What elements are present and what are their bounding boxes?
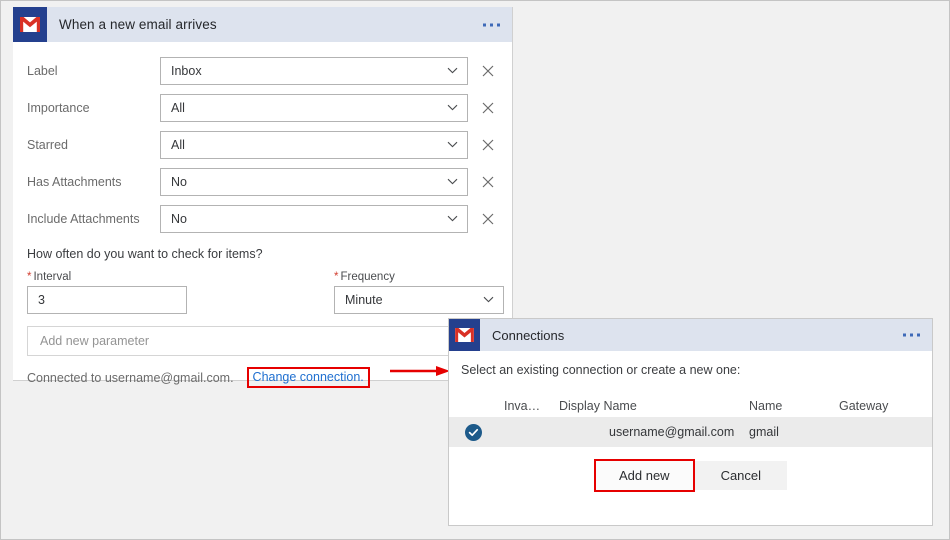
field-label: Starred: [27, 137, 68, 152]
chevron-down-icon: [483, 294, 494, 305]
frequency-dropdown-value: Minute: [345, 293, 383, 307]
dialog-button-strip: Add new Cancel: [449, 459, 932, 492]
column-header-display-name: Display Name: [559, 399, 637, 413]
column-header-gateway: Gateway: [839, 399, 889, 413]
starred-dropdown[interactable]: All: [160, 130, 468, 159]
field-row-has-attachments: Has Attachments No: [13, 163, 512, 200]
cancel-button[interactable]: Cancel: [695, 461, 787, 490]
starred-dropdown-value: All: [171, 137, 185, 152]
add-new-parameter-placeholder: Add new parameter: [40, 334, 150, 348]
dialog-button-band: Add new Cancel: [593, 459, 788, 492]
field-row-starred: Starred All: [13, 126, 512, 163]
interval-input-value: 3: [38, 293, 45, 307]
trigger-card-title: When a new email arrives: [59, 17, 217, 32]
importance-dropdown-value: All: [171, 100, 185, 115]
field-row-importance: Importance All: [13, 89, 512, 126]
field-label: Include Attachments: [27, 211, 140, 226]
importance-dropdown[interactable]: All: [160, 93, 468, 122]
frequency-field: * Frequency Minute: [334, 271, 504, 314]
field-label: Has Attachments: [27, 174, 122, 189]
column-header-invalid: Inva…: [504, 399, 541, 413]
connected-to-text: Connected to username@gmail.com.: [27, 370, 234, 385]
has-attachments-dropdown[interactable]: No: [160, 167, 468, 196]
field-label: Importance: [27, 100, 90, 115]
connections-dialog-header: Connections: [449, 319, 932, 351]
gmail-icon: [13, 7, 47, 42]
label-dropdown-value: Inbox: [171, 63, 202, 78]
connections-dialog: Connections Select an existing connectio…: [448, 318, 933, 526]
add-new-parameter-input[interactable]: Add new parameter: [27, 326, 498, 356]
connections-dialog-subtitle: Select an existing connection or create …: [461, 363, 741, 377]
cell-name: gmail: [749, 425, 779, 439]
clear-field-include-attachments-button[interactable]: [480, 211, 496, 227]
table-row[interactable]: username@gmail.com gmail: [449, 417, 932, 447]
gmail-icon: [449, 319, 480, 351]
connections-dialog-title: Connections: [492, 327, 565, 343]
chevron-down-icon: [447, 102, 458, 113]
clear-field-label-button[interactable]: [480, 63, 496, 79]
clear-field-starred-button[interactable]: [480, 137, 496, 153]
field-label: Label: [27, 63, 58, 78]
connection-status-row: Connected to username@gmail.com. Change …: [13, 367, 512, 388]
check-circle-icon: [465, 423, 482, 441]
required-asterisk: *: [27, 271, 32, 283]
recurrence-row: * Interval 3 * Frequency Minute: [13, 271, 512, 314]
interval-input[interactable]: 3: [27, 286, 187, 314]
field-row-label: Label Inbox: [13, 52, 512, 89]
interval-label: * Interval: [27, 271, 187, 283]
include-attachments-dropdown-value: No: [171, 211, 187, 226]
interval-label-text: Interval: [33, 271, 72, 283]
label-dropdown[interactable]: Inbox: [160, 56, 468, 85]
frequency-label: * Frequency: [334, 271, 504, 283]
chevron-down-icon: [447, 139, 458, 150]
chevron-down-icon: [447, 213, 458, 224]
recurrence-question: How often do you want to check for items…: [27, 247, 263, 261]
has-attachments-dropdown-value: No: [171, 174, 187, 189]
ellipsis-icon[interactable]: [903, 333, 920, 337]
change-connection-link[interactable]: Change connection.: [246, 367, 370, 388]
cell-display-name: username@gmail.com: [609, 425, 735, 439]
trigger-card: When a new email arrives Label Inbox Imp…: [13, 7, 513, 388]
clear-field-has-attachments-button[interactable]: [480, 174, 496, 190]
chevron-down-icon: [447, 176, 458, 187]
chevron-down-icon: [447, 65, 458, 76]
frequency-label-text: Frequency: [340, 271, 395, 283]
column-header-name: Name: [749, 399, 783, 413]
trigger-card-header: When a new email arrives: [13, 7, 512, 42]
frequency-dropdown[interactable]: Minute: [334, 286, 504, 314]
field-row-include-attachments: Include Attachments No: [13, 200, 512, 237]
include-attachments-dropdown[interactable]: No: [160, 204, 468, 233]
screenshot-root: When a new email arrives Label Inbox Imp…: [0, 0, 950, 540]
connections-table: Inva… Display Name Name Gateway username…: [449, 395, 932, 447]
connections-table-header: Inva… Display Name Name Gateway: [449, 395, 932, 417]
add-new-button[interactable]: Add new: [593, 459, 695, 492]
trigger-card-body: Label Inbox Importance All Starred All H…: [13, 42, 512, 388]
interval-field: * Interval 3: [27, 271, 187, 314]
required-asterisk: *: [334, 271, 339, 283]
connection-selected-cell: [449, 423, 559, 441]
clear-field-importance-button[interactable]: [480, 100, 496, 116]
ellipsis-icon[interactable]: [483, 23, 500, 26]
